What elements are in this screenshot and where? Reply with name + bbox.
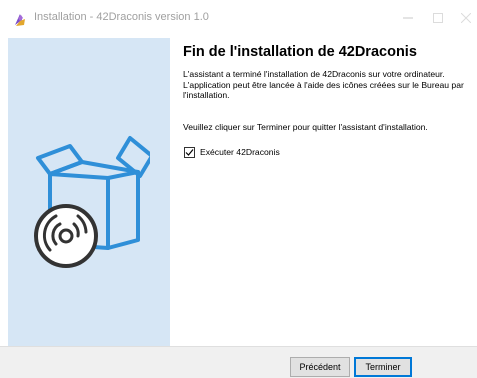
software-box-with-disc-icon [34,136,150,268]
setup-app-icon [12,12,28,28]
close-icon[interactable] [456,8,476,28]
run-app-checkbox-row[interactable]: Exécuter 42Draconis [184,146,280,158]
back-button[interactable]: Précédent [290,357,350,377]
minimize-icon[interactable] [398,8,418,28]
title-bar: Installation - 42Draconis version 1.0 [0,0,477,32]
finish-instruction: Veuillez cliquer sur Terminer pour quitt… [183,122,428,132]
maximize-icon[interactable] [428,8,448,28]
wizard-footer: Précédent Terminer [0,346,477,378]
checkmark-icon [185,148,194,156]
run-app-label: Exécuter 42Draconis [200,147,280,157]
run-app-checkbox[interactable] [184,146,195,158]
wizard-content: Fin de l'installation de 42Draconis L'as… [170,38,477,346]
page-title: Fin de l'installation de 42Draconis [183,44,417,60]
window-title: Installation - 42Draconis version 1.0 [34,11,209,23]
finish-button[interactable]: Terminer [354,357,412,377]
completion-message: L'assistant a terminé l'installation de … [183,69,464,100]
wizard-side-panel [8,38,170,346]
